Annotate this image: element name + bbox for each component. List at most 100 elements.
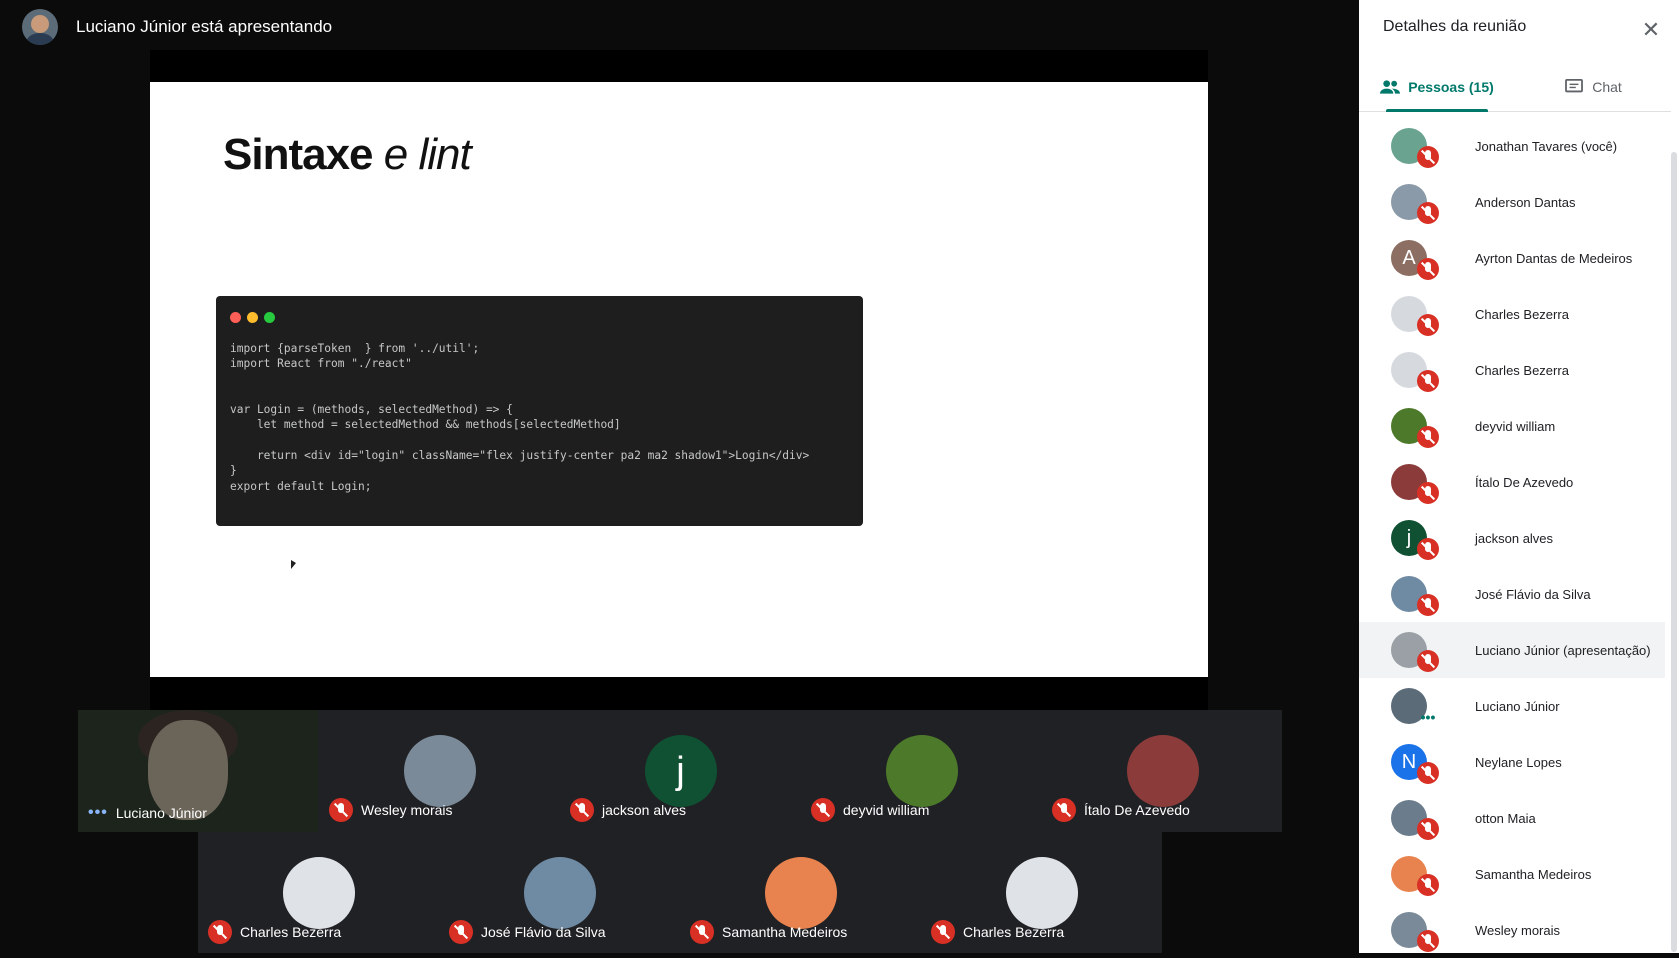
participant-name: Wesley morais bbox=[1475, 922, 1561, 938]
participant-label: jackson alves bbox=[570, 798, 686, 822]
mic-off-icon bbox=[1417, 314, 1439, 336]
mic-off-icon bbox=[1417, 426, 1439, 448]
slide: Sintaxe e lint import {parseToken } from… bbox=[150, 82, 1208, 677]
participant-tile[interactable]: ••• Luciano Júnior bbox=[78, 710, 319, 832]
participant-name: Samantha Medeiros bbox=[722, 924, 848, 940]
participant-label: Charles Bezerra bbox=[931, 920, 1064, 944]
mic-off-icon bbox=[329, 798, 353, 822]
participant-tile[interactable]: José Flávio da Silva bbox=[439, 832, 680, 954]
stage: Luciano Júnior está apresentando Sintaxe… bbox=[0, 0, 1359, 953]
participant-name: Ítalo De Azevedo bbox=[1475, 474, 1574, 490]
mic-off-icon bbox=[1417, 650, 1439, 672]
mic-off-icon bbox=[1417, 202, 1439, 224]
participant-name: Charles Bezerra bbox=[1475, 306, 1569, 322]
participant-name: Charles Bezerra bbox=[1475, 362, 1569, 378]
chat-icon bbox=[1565, 78, 1584, 92]
people-list-item[interactable]: Ítalo De Azevedo bbox=[1359, 454, 1665, 510]
panel-tabs: Pessoas (15) Chat bbox=[1359, 62, 1671, 112]
participant-tile[interactable]: j jackson alves bbox=[560, 710, 801, 832]
participant-tile[interactable]: Samantha Medeiros bbox=[680, 832, 921, 954]
participant-label: deyvid william bbox=[811, 798, 929, 822]
avatar bbox=[1126, 735, 1199, 807]
people-list-item[interactable]: Anderson Dantas bbox=[1359, 174, 1665, 230]
close-dot bbox=[230, 312, 241, 323]
participant-name: Luciano Júnior (apresentação) bbox=[1475, 642, 1651, 658]
presenter-avatar bbox=[22, 9, 58, 45]
mic-off-icon bbox=[931, 920, 955, 944]
participant-name: Charles Bezerra bbox=[240, 924, 342, 940]
participant-label: ••• Luciano Júnior bbox=[88, 804, 207, 822]
presenter-bar: Luciano Júnior está apresentando bbox=[22, 8, 332, 46]
people-list-item[interactable]: ••• Luciano Júnior bbox=[1359, 678, 1665, 734]
people-list-item[interactable]: José Flávio da Silva bbox=[1359, 566, 1665, 622]
participant-tile[interactable]: deyvid william bbox=[801, 710, 1042, 832]
participant-name: Luciano Júnior bbox=[1475, 698, 1560, 714]
tab-people[interactable]: Pessoas (15) bbox=[1359, 62, 1515, 112]
avatar bbox=[403, 735, 476, 807]
participant-tile[interactable]: Wesley morais bbox=[319, 710, 560, 832]
tab-people-label: Pessoas (15) bbox=[1408, 78, 1494, 95]
people-list-item[interactable]: Charles Bezerra bbox=[1359, 286, 1665, 342]
participant-name: Luciano Júnior bbox=[115, 805, 207, 821]
meeting-details-panel: Detalhes da reunião ✕ Pessoas (15) Chat … bbox=[1359, 0, 1679, 953]
avatar bbox=[282, 857, 355, 929]
code-block: import {parseToken } from '../util'; imp… bbox=[230, 342, 810, 493]
close-icon[interactable]: ✕ bbox=[1639, 18, 1663, 42]
people-list-item[interactable]: Wesley morais bbox=[1359, 902, 1665, 958]
people-list-item[interactable]: Jonathan Tavares (você) bbox=[1359, 118, 1665, 174]
minimize-dot bbox=[247, 312, 258, 323]
mic-off-icon bbox=[449, 920, 473, 944]
participant-label: Wesley morais bbox=[329, 798, 453, 822]
participant-name: Ayrton Dantas de Medeiros bbox=[1475, 250, 1633, 266]
people-icon bbox=[1380, 79, 1401, 94]
participant-name: Ítalo De Azevedo bbox=[1084, 802, 1190, 818]
mic-off-icon bbox=[1417, 538, 1439, 560]
participant-tiles-row-2: Charles Bezerra José Flávio da Silva Saman… bbox=[198, 832, 1162, 953]
participant-name: Wesley morais bbox=[361, 802, 453, 818]
mic-off-icon bbox=[1417, 146, 1439, 168]
slide-title: Sintaxe e lint bbox=[223, 130, 472, 180]
avatar bbox=[764, 857, 837, 929]
maximize-dot bbox=[264, 312, 275, 323]
people-list-item[interactable]: j jackson alves bbox=[1359, 510, 1665, 566]
people-list-item[interactable]: Luciano Júnior (apresentação) bbox=[1359, 622, 1665, 678]
participant-tile[interactable]: Charles Bezerra bbox=[921, 832, 1162, 954]
tab-chat-label: Chat bbox=[1592, 78, 1622, 95]
participant-name: Neylane Lopes bbox=[1475, 754, 1562, 770]
mic-off-icon bbox=[1417, 258, 1439, 280]
scrollbar[interactable] bbox=[1671, 152, 1677, 952]
mic-off-icon bbox=[1417, 762, 1439, 784]
mic-off-icon bbox=[811, 798, 835, 822]
participant-tile[interactable]: Ítalo De Azevedo bbox=[1042, 710, 1283, 832]
speaking-indicator-icon: ••• bbox=[88, 804, 108, 821]
participant-name: otton Maia bbox=[1475, 810, 1536, 826]
people-list-item[interactable]: Charles Bezerra bbox=[1359, 342, 1665, 398]
people-list-item[interactable]: Samantha Medeiros bbox=[1359, 846, 1665, 902]
participant-name: Anderson Dantas bbox=[1475, 194, 1576, 210]
mic-off-icon bbox=[1417, 594, 1439, 616]
mic-off-icon bbox=[1417, 818, 1439, 840]
people-list-item[interactable]: otton Maia bbox=[1359, 790, 1665, 846]
people-list-item[interactable]: A Ayrton Dantas de Medeiros bbox=[1359, 230, 1665, 286]
participant-name: José Flávio da Silva bbox=[1475, 586, 1591, 602]
code-window: import {parseToken } from '../util'; imp… bbox=[216, 296, 863, 526]
people-list: Jonathan Tavares (você) Anderson Dantas A A… bbox=[1359, 118, 1665, 958]
participant-tile[interactable]: Charles Bezerra bbox=[198, 832, 439, 954]
participant-label: Ítalo De Azevedo bbox=[1052, 798, 1190, 822]
presentation-frame: Sintaxe e lint import {parseToken } from… bbox=[150, 50, 1208, 710]
participant-label: José Flávio da Silva bbox=[449, 920, 606, 944]
people-list-item[interactable]: N Neylane Lopes bbox=[1359, 734, 1665, 790]
participant-label: Samantha Medeiros bbox=[690, 920, 847, 944]
people-list-item[interactable]: deyvid william bbox=[1359, 398, 1665, 454]
avatar bbox=[523, 857, 596, 929]
avatar bbox=[885, 735, 958, 807]
mouse-cursor bbox=[291, 560, 296, 569]
participant-name: jackson alves bbox=[1475, 530, 1554, 546]
participant-name: deyvid william bbox=[843, 802, 930, 818]
participant-name: Charles Bezerra bbox=[963, 924, 1065, 940]
mic-off-icon bbox=[1417, 874, 1439, 896]
tab-chat[interactable]: Chat bbox=[1515, 62, 1671, 111]
slide-title-italic: e lint bbox=[383, 130, 472, 179]
participant-name: José Flávio da Silva bbox=[481, 924, 606, 940]
participant-name: jackson alves bbox=[602, 802, 687, 818]
